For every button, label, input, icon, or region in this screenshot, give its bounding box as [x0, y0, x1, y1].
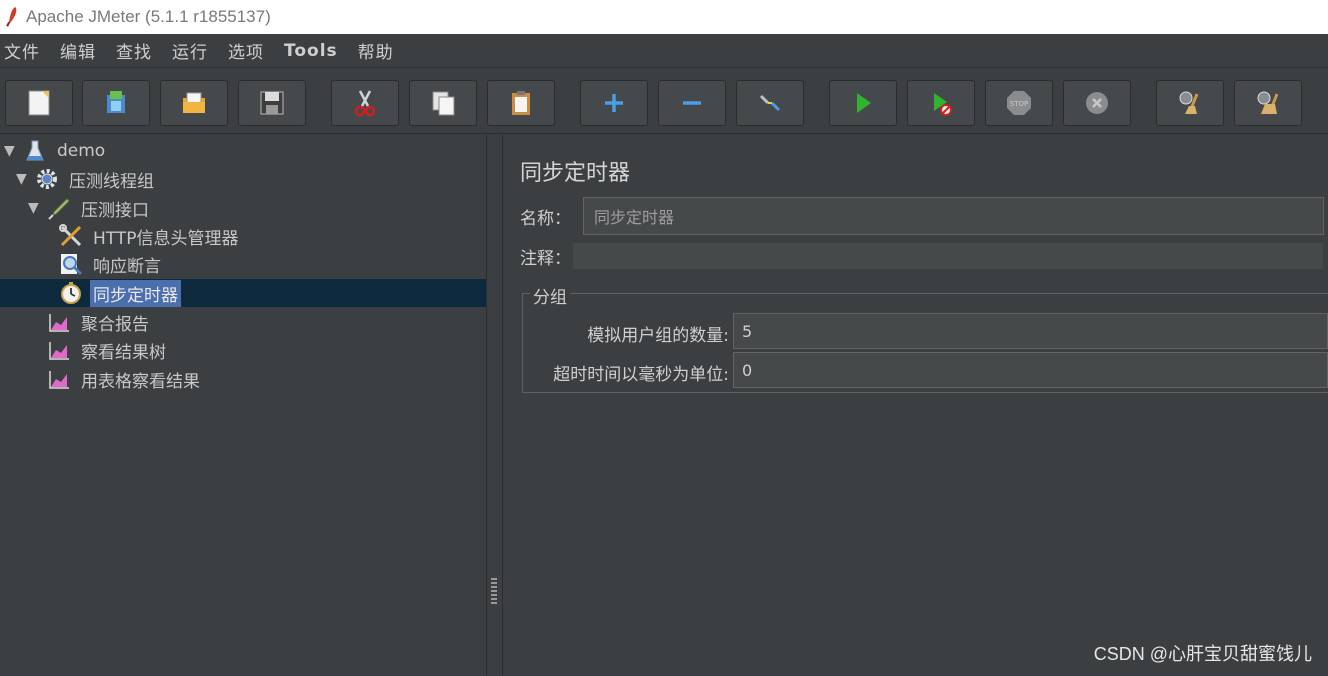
stop-icon: STOP — [1007, 91, 1031, 115]
graph-icon — [46, 366, 72, 392]
menu-bar: 文件 编辑 查找 运行 选项 Tools 帮助 — [0, 34, 1328, 68]
window-title: Apache JMeter (5.1.1 r1855137) — [26, 7, 271, 26]
tree-node-aggregate-report[interactable]: 聚合报告 — [46, 308, 152, 336]
tree-node-view-results-table[interactable]: 用表格察看结果 — [46, 365, 203, 393]
comment-input[interactable] — [573, 243, 1323, 269]
open-icon — [183, 92, 205, 113]
toggle-button[interactable] — [736, 80, 804, 126]
menu-tools[interactable]: Tools — [284, 41, 338, 61]
start-button[interactable] — [829, 80, 897, 126]
users-input[interactable]: 5 — [733, 313, 1328, 349]
group-legend: 分组 — [530, 283, 570, 308]
templates-button[interactable] — [82, 80, 150, 126]
timeout-input[interactable]: 0 — [733, 352, 1328, 388]
new-button[interactable] — [5, 80, 73, 126]
expand-arrow-icon[interactable]: ▼ — [28, 200, 42, 216]
clear-icon — [1179, 91, 1199, 115]
tree-node-view-results-tree[interactable]: 察看结果树 — [46, 336, 169, 364]
copy-button[interactable] — [409, 80, 477, 126]
graph-icon — [46, 337, 72, 363]
users-label: 模拟用户组的数量: — [587, 326, 729, 346]
menu-edit[interactable]: 编辑 — [60, 38, 96, 63]
copy-icon — [432, 91, 455, 116]
name-row: 名称： — [520, 197, 1324, 235]
expand-all-button[interactable] — [580, 80, 648, 126]
toggle-icon — [759, 94, 781, 112]
tools-icon — [58, 223, 84, 249]
clear-all-button[interactable] — [1234, 80, 1302, 126]
save-icon — [260, 91, 284, 115]
name-input[interactable] — [583, 197, 1324, 235]
tree-node-header-manager[interactable]: HTTP信息头管理器 — [58, 222, 242, 250]
comment-row: 注释： — [520, 243, 1323, 269]
jmeter-feather-icon — [6, 7, 17, 27]
panel-title: 同步定时器 — [520, 161, 631, 186]
panel-splitter[interactable] — [486, 135, 503, 676]
toolbar: STOP — [0, 68, 1328, 134]
menu-file[interactable]: 文件 — [4, 38, 40, 63]
new-icon — [28, 90, 50, 116]
expand-arrow-icon[interactable]: ▼ — [4, 143, 18, 159]
title-bar: Apache JMeter (5.1.1 r1855137) — [0, 0, 1328, 34]
gear-icon — [34, 166, 60, 192]
open-button[interactable] — [160, 80, 228, 126]
comment-label: 注释： — [520, 248, 571, 269]
menu-help[interactable]: 帮助 — [358, 38, 394, 63]
sync-timer-panel: 同步定时器 名称： 注释： 分组 模拟用户组的数量: 5 超时时间以毫秒为单位:… — [503, 135, 1328, 676]
timeout-label: 超时时间以毫秒为单位: — [553, 365, 729, 385]
stop-button[interactable]: STOP — [985, 80, 1053, 126]
menu-search[interactable]: 查找 — [116, 38, 152, 63]
collapse-icon — [683, 101, 701, 105]
paste-button[interactable] — [487, 80, 555, 126]
expand-icon — [605, 94, 623, 112]
paste-icon — [512, 91, 530, 115]
expand-arrow-icon[interactable]: ▼ — [16, 171, 30, 187]
splitter-grip-icon[interactable] — [491, 578, 497, 604]
tree-node-http-sampler[interactable]: ▼ 压测接口 — [28, 194, 152, 222]
start-icon — [857, 93, 871, 113]
tree-node-sync-timer[interactable]: 同步定时器 — [0, 279, 486, 307]
start-no-pause-icon — [934, 93, 952, 116]
graph-icon — [46, 309, 72, 335]
shutdown-button[interactable] — [1063, 80, 1131, 126]
clear-all-icon — [1257, 91, 1279, 115]
svg-text:STOP: STOP — [1010, 100, 1028, 108]
clear-button[interactable] — [1156, 80, 1224, 126]
stopwatch-icon — [58, 280, 84, 306]
templates-icon — [107, 91, 125, 113]
test-plan-tree: ▼ demo ▼ 压测线程组 ▼ 压测接口 HTTP信息头管理器 响应断言 同步… — [0, 135, 486, 676]
watermark: CSDN @心肝宝贝甜蜜饯儿 — [1093, 644, 1312, 664]
cut-button[interactable] — [331, 80, 399, 126]
tree-node-thread-group[interactable]: ▼ 压测线程组 — [16, 165, 157, 193]
start-no-pause-button[interactable] — [907, 80, 975, 126]
name-label: 名称： — [520, 208, 571, 229]
save-button[interactable] — [238, 80, 306, 126]
shutdown-icon — [1086, 92, 1108, 114]
magnifier-icon — [58, 251, 84, 277]
menu-run[interactable]: 运行 — [172, 38, 208, 63]
collapse-all-button[interactable] — [658, 80, 726, 126]
tree-node-response-assertion[interactable]: 响应断言 — [58, 250, 164, 278]
cut-icon — [354, 90, 376, 117]
pipette-icon — [46, 195, 72, 221]
flask-icon — [22, 138, 48, 164]
menu-options[interactable]: 选项 — [228, 38, 264, 63]
tree-node-demo[interactable]: ▼ demo — [4, 137, 108, 165]
